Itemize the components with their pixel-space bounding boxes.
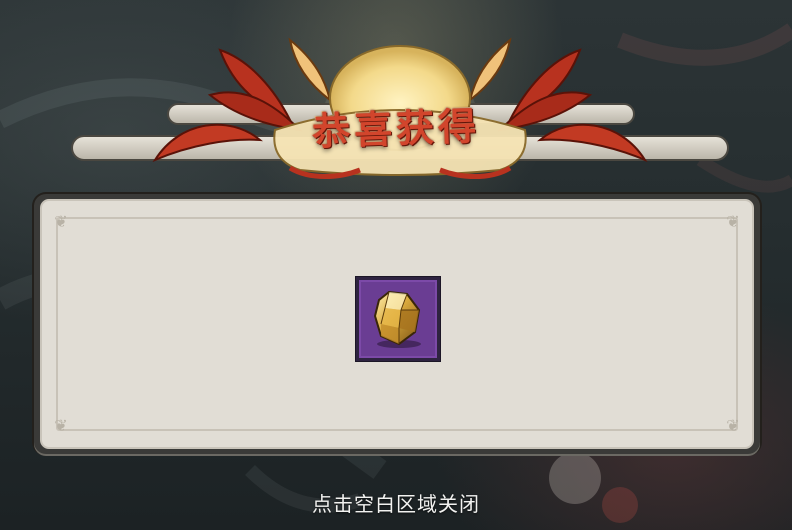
gold-ore-crystal-icon (373, 290, 421, 348)
corner-ornament-icon: ❦ (54, 416, 68, 435)
reward-popup-overlay[interactable]: 恭喜获得 ❦ ❦ ❦ ❦ 点击空白区域关闭 (0, 0, 792, 530)
corner-ornament-icon: ❦ (726, 416, 740, 435)
close-hint-text[interactable]: 点击空白区域关闭 (0, 488, 792, 517)
corner-ornament-icon: ❦ (54, 212, 68, 231)
corner-ornament-icon: ❦ (726, 212, 740, 231)
reward-item-slot[interactable] (356, 277, 440, 361)
